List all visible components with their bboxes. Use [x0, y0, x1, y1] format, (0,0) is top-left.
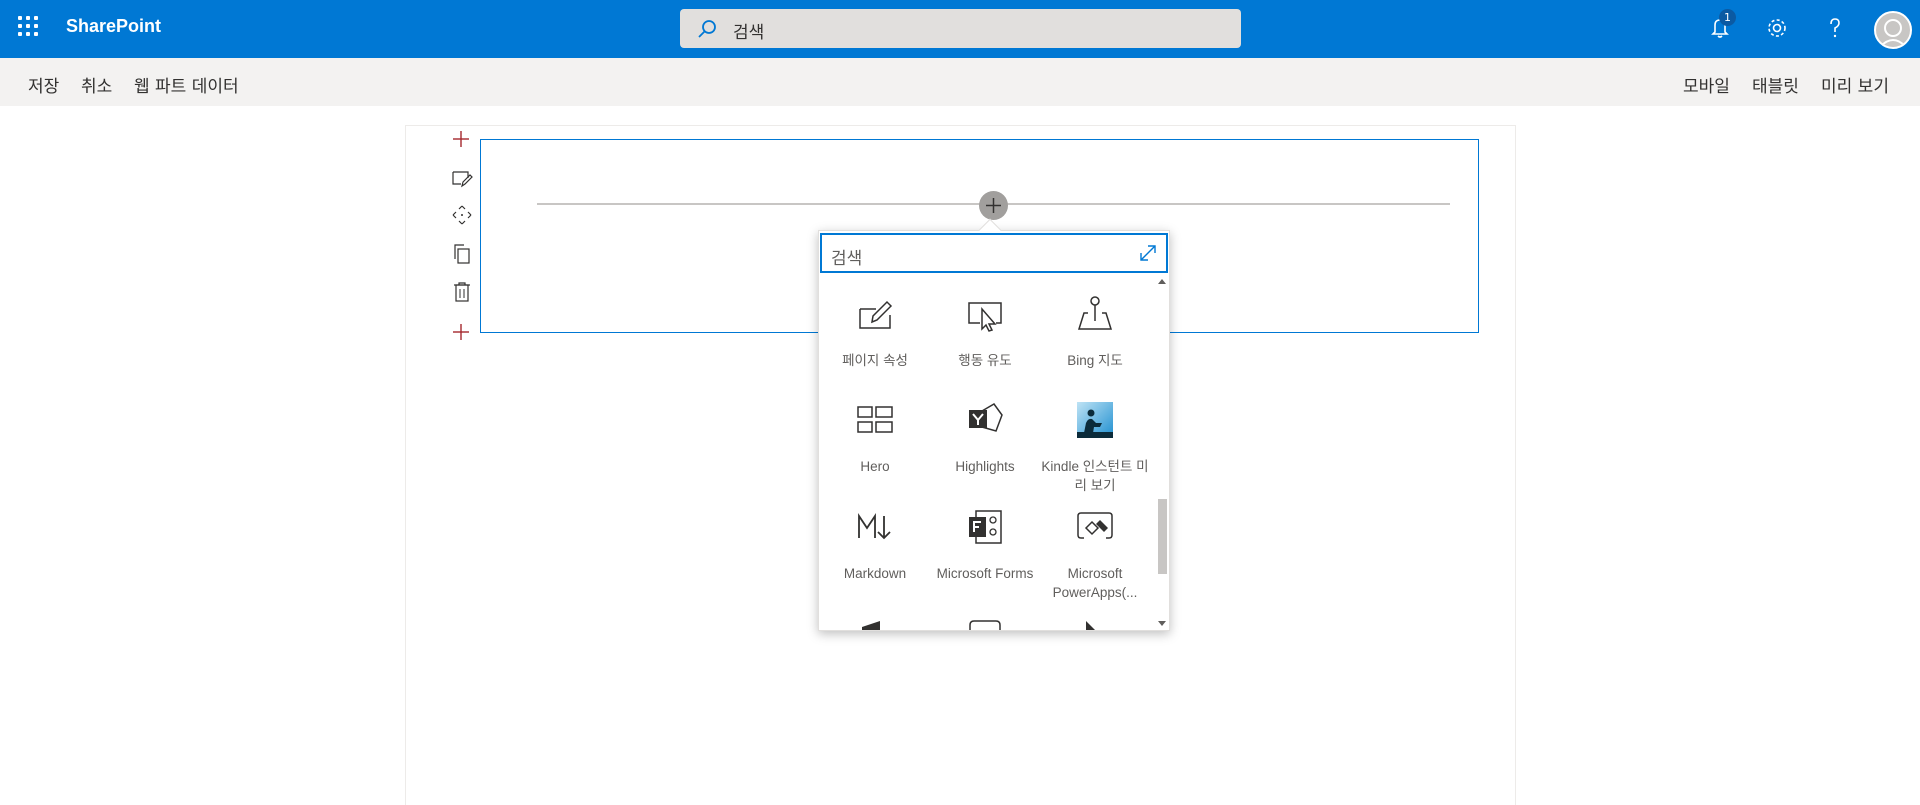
- app-title[interactable]: SharePoint: [66, 16, 161, 37]
- toolbox-search-placeholder: 검색: [831, 249, 863, 269]
- toolbox-search-input[interactable]: 검색: [820, 233, 1168, 273]
- call-to-action-icon: [968, 302, 1002, 332]
- help-button[interactable]: [1817, 10, 1853, 46]
- app-launcher-icon[interactable]: [18, 16, 38, 38]
- hero-icon: [857, 406, 893, 433]
- expand-icon[interactable]: [1138, 243, 1158, 263]
- save-button[interactable]: 저장: [28, 72, 59, 97]
- add-webpart-button[interactable]: [979, 191, 1008, 220]
- notifications-button[interactable]: 1: [1702, 9, 1738, 46]
- duplicate-section-icon[interactable]: [451, 243, 473, 265]
- toolbox-item-partial[interactable]: [968, 618, 1002, 630]
- markdown-icon: [858, 513, 891, 540]
- toolbox-item-label: Markdown: [843, 566, 907, 581]
- toolbox-item-partial[interactable]: [1082, 618, 1102, 630]
- toolbox-item-label: Kindle 인스턴트 미리 보기: [1041, 459, 1149, 493]
- notification-count-badge: 1: [1719, 9, 1736, 26]
- toolbox-item-label: Hero: [860, 459, 890, 474]
- scrollbar-thumb[interactable]: [1158, 499, 1167, 574]
- top-search-box[interactable]: 검색: [680, 9, 1241, 48]
- toolbox-item-partial[interactable]: [858, 618, 888, 630]
- toolbox-item-label: Microsoft PowerApps(...: [1052, 566, 1138, 600]
- toolbox-item-label: Microsoft Forms: [936, 566, 1034, 581]
- megaphone-icon: [862, 621, 880, 630]
- preview-button[interactable]: 미리 보기: [1821, 72, 1889, 97]
- powerapps-icon: [1077, 512, 1113, 539]
- avatar[interactable]: [1874, 11, 1912, 49]
- scroll-up-arrow-icon[interactable]: [1158, 279, 1166, 284]
- settings-button[interactable]: [1759, 10, 1795, 46]
- toolbox-scrollbar[interactable]: [1155, 275, 1169, 630]
- play-icon: [1086, 621, 1095, 630]
- toolbox-item-label: Highlights: [955, 459, 1015, 474]
- move-section-icon[interactable]: [451, 204, 473, 226]
- mobile-preview-button[interactable]: 모바일: [1683, 72, 1730, 97]
- webpart-toolbox: 검색 페이지 속성 행동 유도 Bing 지도 Hero Highlights …: [818, 218, 1170, 631]
- toolbox-item-label: 행동 유도: [958, 353, 1012, 368]
- highlights-icon: [969, 403, 1003, 432]
- user-icon: [1879, 19, 1907, 47]
- plus-icon: [986, 198, 1001, 213]
- gear-icon: [1768, 19, 1786, 37]
- tablet-preview-button[interactable]: 태블릿: [1752, 72, 1799, 97]
- page-properties-icon: [859, 300, 893, 329]
- delete-section-icon[interactable]: [451, 281, 473, 303]
- top-search-placeholder: 검색: [733, 23, 765, 43]
- frame-icon: [969, 620, 1001, 630]
- add-section-above-icon[interactable]: [450, 128, 472, 150]
- webpart-data-button[interactable]: 웹 파트 데이터: [134, 72, 239, 97]
- microsoft-forms-icon: [969, 510, 1002, 544]
- kindle-icon: [1077, 402, 1113, 438]
- bing-maps-icon: [1077, 296, 1113, 330]
- toolbox-item-label: 페이지 속성: [842, 353, 908, 368]
- search-icon: [698, 20, 716, 38]
- command-bar: 저장 취소 웹 파트 데이터 모바일 태블릿 미리 보기: [0, 58, 1920, 106]
- edit-section-icon[interactable]: [451, 167, 473, 189]
- cancel-button[interactable]: 취소: [81, 72, 112, 97]
- add-section-below-icon[interactable]: [450, 321, 472, 343]
- question-mark-icon: [1830, 18, 1840, 38]
- scroll-down-arrow-icon[interactable]: [1158, 621, 1166, 626]
- suite-bar: SharePoint 검색 1: [0, 0, 1920, 58]
- toolbox-item-label: Bing 지도: [1067, 353, 1123, 368]
- toolbox-item-list[interactable]: 페이지 속성 행동 유도 Bing 지도 Hero Highlights Kin…: [820, 275, 1155, 630]
